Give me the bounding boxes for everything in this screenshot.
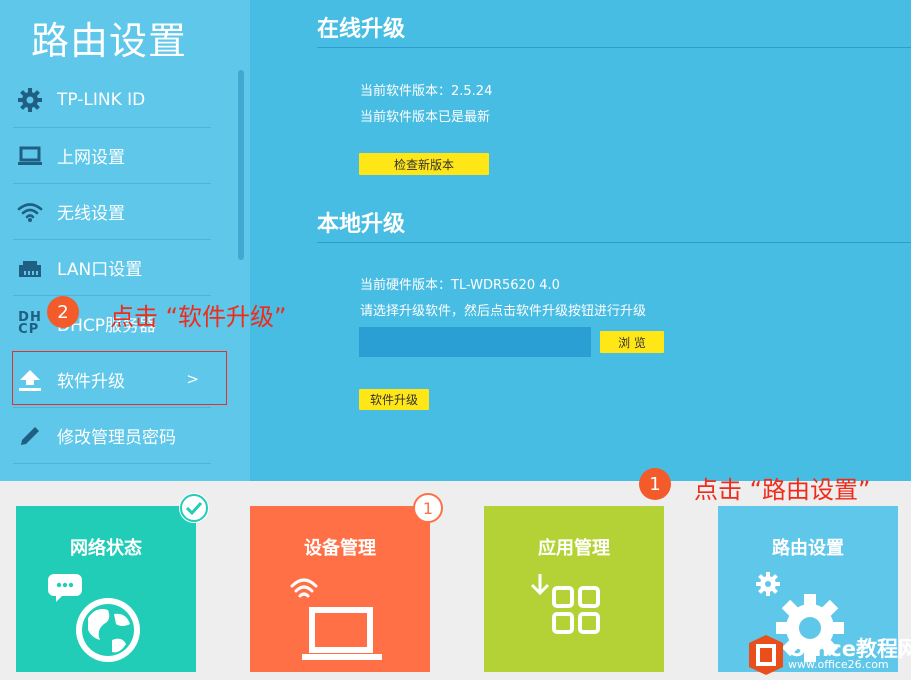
tile-label: 设备管理 [304,538,376,559]
main-panel: 在线升级 当前软件版本：2.5.24 当前软件版本已是最新 检查新版本 本地升级… [250,0,911,481]
sidebar-scrollbar[interactable] [238,70,244,260]
notification-badge: 1 [413,493,443,523]
tile-label: 路由设置 [772,538,844,559]
dhcp-icon-text: DH CP [18,309,42,337]
sidebar-item-label: TP-LINK ID [57,89,146,110]
tile-app-management[interactable]: 应用管理 [484,506,664,672]
upgrade-instruction: 请选择升级软件，然后点击软件升级按钮进行升级 [360,304,647,319]
check-badge-icon [179,493,209,523]
apps-grid-icon [484,568,664,668]
tile-device-management[interactable]: 设备管理 1 [250,493,443,672]
check-update-button[interactable]: 检查新版本 [359,153,489,175]
sidebar-item-admin-password[interactable]: 修改管理员密码 [13,408,211,464]
gear-icon [15,85,45,115]
wifi-icon [15,197,45,227]
dhcp-icon: DH CP [15,309,45,339]
sidebar-item-label: 修改管理员密码 [57,428,176,448]
sidebar-item-label: 无线设置 [57,204,125,224]
sidebar-item-wireless[interactable]: 无线设置 [13,184,211,240]
tile-network-status[interactable]: 网络状态 [16,493,209,672]
sidebar-item-label: LAN口设置 [57,260,143,280]
highlight-box-software-upgrade [12,351,227,405]
section-divider [317,242,911,243]
watermark: Office教程网 www.office26.com [746,631,911,680]
sidebar-nav: TP-LINK ID 上网设置 无线设置 LAN口设置 DH CP DHCP服务… [13,72,211,464]
version-status: 当前软件版本已是最新 [360,110,491,125]
step-2-text: 点击 “软件升级” [110,303,287,331]
software-upgrade-button[interactable]: 软件升级 [359,389,429,410]
laptop-icon [15,141,45,171]
tile-label: 网络状态 [70,538,142,559]
sidebar-item-internet[interactable]: 上网设置 [13,128,211,184]
file-path-input[interactable] [359,327,591,357]
step-1-marker: 1 [639,468,671,500]
tile-label: 应用管理 [538,538,610,559]
sidebar: 路由设置 TP-LINK ID 上网设置 无线设置 LAN口设置 DH CP D… [0,0,250,481]
lan-port-icon [15,253,45,283]
local-upgrade-title: 本地升级 [317,212,406,237]
badge-count: 1 [422,498,434,518]
globe-chat-icon [16,568,196,668]
step-1-text: 点击 “路由设置” [694,476,871,504]
sidebar-title: 路由设置 [31,19,188,63]
browse-button[interactable]: 浏 览 [600,331,664,353]
office-logo-icon [749,635,783,675]
online-upgrade-title: 在线升级 [317,17,406,42]
current-software-version: 当前软件版本：2.5.24 [360,84,493,99]
step-2-marker: 2 [47,296,79,328]
sidebar-item-lan[interactable]: LAN口设置 [13,240,211,296]
sidebar-item-label: 上网设置 [57,148,125,168]
laptop-wifi-icon [250,568,430,668]
pencil-icon [15,421,45,451]
hardware-version: 当前硬件版本：TL-WDR5620 4.0 [360,278,560,293]
watermark-url: www.office26.com [788,658,889,671]
section-divider [317,47,911,48]
sidebar-item-tplink-id[interactable]: TP-LINK ID [13,72,211,128]
